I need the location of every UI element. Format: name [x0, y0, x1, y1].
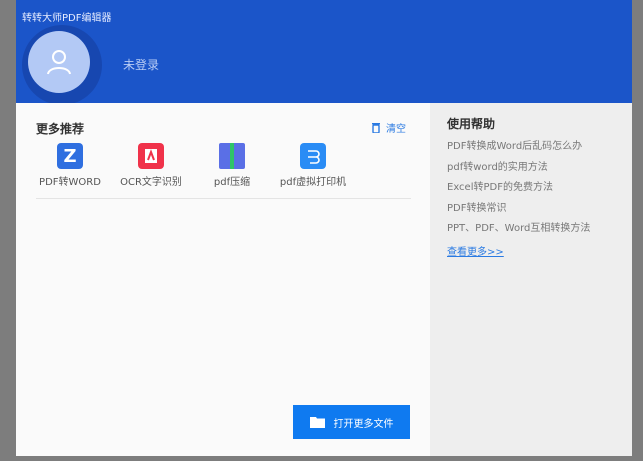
ocr-icon — [138, 143, 164, 169]
open-button-label: 打开更多文件 — [333, 418, 394, 430]
tool-label: OCR文字识别 — [120, 177, 182, 188]
tool-pdf-to-word[interactable]: Z PDF转WORD — [30, 143, 110, 188]
tool-virtual-printer[interactable]: pdf虚拟打印机 — [273, 143, 353, 188]
app-window: 转转大师PDF编辑器 未登录 更多推荐 清空 Z PDF转WORD OCR文字识… — [16, 0, 632, 456]
printer-icon — [300, 143, 326, 169]
divider — [36, 198, 411, 199]
help-link[interactable]: pdf转word的实用方法 — [447, 161, 590, 182]
zip-folder-icon — [219, 143, 245, 169]
trash-icon — [372, 123, 380, 133]
main-panel: 更多推荐 清空 Z PDF转WORD OCR文字识别 pdf压缩 pdf虚拟打印… — [16, 103, 430, 456]
view-more-link[interactable]: 查看更多>> — [447, 243, 590, 258]
avatar[interactable] — [28, 31, 90, 93]
tool-label: pdf压缩 — [213, 177, 251, 188]
tool-label: PDF转WORD — [39, 177, 101, 188]
folder-icon — [309, 417, 325, 428]
window-title: 转转大师PDF编辑器 — [22, 13, 112, 24]
help-link[interactable]: Excel转PDF的免费方法 — [447, 181, 590, 202]
tool-ocr[interactable]: OCR文字识别 — [111, 143, 191, 188]
help-list: PDF转换成Word后乱码怎么办 pdf转word的实用方法 Excel转PDF… — [447, 140, 590, 258]
login-status[interactable]: 未登录 — [123, 56, 159, 73]
recommend-title: 更多推荐 — [36, 122, 85, 136]
user-icon — [47, 50, 71, 75]
help-link[interactable]: PDF转换常识 — [447, 202, 590, 223]
tool-pdf-compress[interactable]: pdf压缩 — [192, 143, 272, 188]
help-link[interactable]: PDF转换成Word后乱码怎么办 — [447, 140, 590, 161]
clear-label: 清空 — [386, 124, 406, 135]
help-link[interactable]: PPT、PDF、Word互相转换方法 — [447, 222, 590, 243]
help-title: 使用帮助 — [447, 117, 496, 131]
word-z-icon: Z — [57, 143, 83, 169]
open-more-files-button[interactable]: 打开更多文件 — [293, 405, 410, 439]
clear-button[interactable]: 清空 — [371, 120, 406, 135]
header: 转转大师PDF编辑器 未登录 — [16, 0, 632, 105]
help-panel: 使用帮助 PDF转换成Word后乱码怎么办 pdf转word的实用方法 Exce… — [430, 103, 632, 456]
tool-label: pdf虚拟打印机 — [279, 177, 347, 188]
tool-list: Z PDF转WORD OCR文字识别 pdf压缩 pdf虚拟打印机 — [30, 143, 354, 188]
